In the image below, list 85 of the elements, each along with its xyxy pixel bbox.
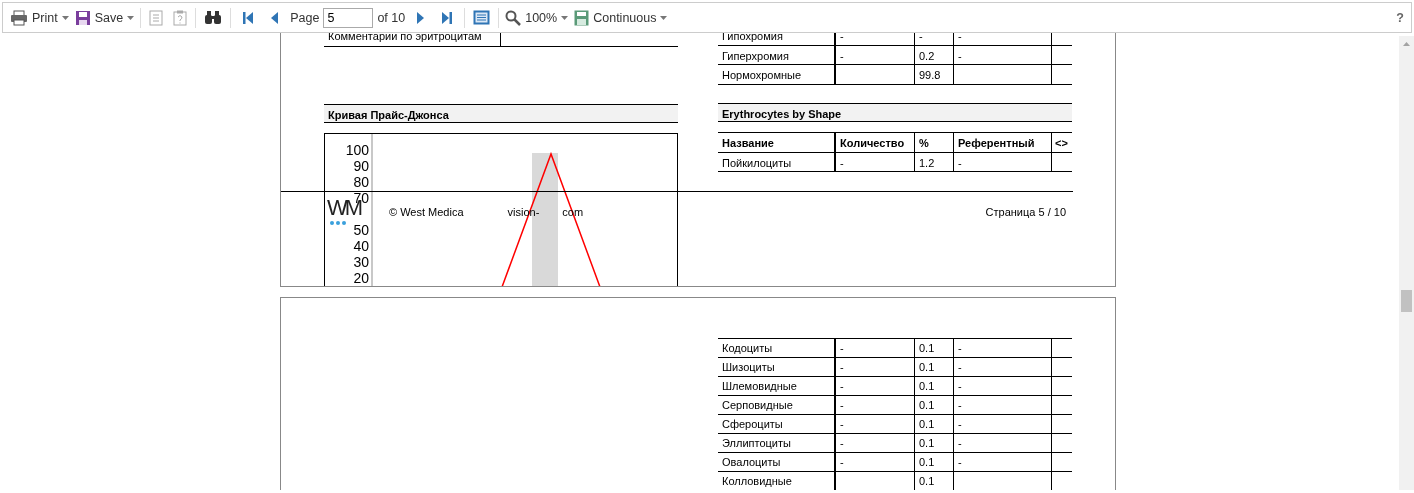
binoculars-icon (204, 10, 223, 25)
search-icon (505, 9, 522, 26)
table-cell: 0.1 (915, 339, 954, 357)
column-header: % (915, 132, 954, 152)
table-cell: 0.2 (915, 45, 954, 65)
first-page-icon (242, 10, 255, 25)
last-page-icon (441, 10, 454, 25)
document-view-icon (473, 10, 491, 25)
clipboard-question-icon (173, 9, 188, 26)
table-cell: - (954, 358, 1052, 376)
table-cell: 0.1 (915, 396, 954, 414)
table-cell: 0.1 (915, 377, 954, 395)
table-cell: - (836, 434, 915, 452)
table-cell: - (954, 396, 1052, 414)
table-cell: - (954, 434, 1052, 452)
table-cell: - (954, 33, 1052, 45)
column-header: Референтный (954, 132, 1052, 152)
copyright-text: © West Medica (389, 206, 464, 218)
section-header: Erythrocytes by Shape (718, 102, 1072, 122)
axis-tick-label: 50 (353, 222, 369, 238)
page-number: Страница 5 / 10 (985, 206, 1066, 218)
table-cell: - (915, 33, 954, 45)
page-number-input[interactable]: 5 (323, 7, 374, 28)
table-cell: - (836, 45, 915, 65)
axis-tick-label: 80 (353, 174, 369, 190)
table-cell: Сфероциты (718, 415, 836, 433)
table-cell: - (836, 396, 915, 414)
table-cell: Овалоциты (718, 453, 836, 471)
caret-icon (660, 15, 668, 20)
table-cell: Пойкилоциты (718, 152, 836, 172)
table-cell: 0.1 (915, 453, 954, 471)
caret-icon (61, 15, 69, 20)
table-cell: 0.1 (915, 472, 954, 490)
table-cell: - (836, 358, 915, 376)
table-cell: 99.8 (915, 65, 954, 84)
column-header: <> (1054, 135, 1069, 151)
axis-tick-label: 40 (353, 238, 369, 254)
table-cell: Шлемовидные (718, 377, 836, 395)
axis-tick-label: 20 (353, 270, 369, 286)
table-cell: - (836, 152, 915, 172)
previous-page-icon (270, 10, 281, 25)
table-cell: Нормохромные (718, 65, 836, 84)
column-header: Название (718, 132, 836, 152)
table-cell: Серповидные (718, 396, 836, 414)
table-cell: - (954, 453, 1052, 471)
axis-tick-label: 100 (345, 142, 369, 158)
printer-icon (10, 9, 28, 26)
next-page-icon (415, 10, 426, 25)
table-cell: Колловидные (718, 472, 836, 490)
save-button[interactable]: Save (71, 6, 138, 29)
caret-icon (561, 15, 569, 20)
table-cell: 1.2 (915, 152, 954, 172)
table-cell: - (954, 339, 1052, 357)
table-cell: - (836, 377, 915, 395)
table-cell: 0.1 (915, 415, 954, 433)
document-icon (149, 9, 164, 26)
caret-icon (127, 15, 135, 20)
table-cell: - (836, 33, 915, 45)
table-cell: Гиперхромия (718, 45, 836, 65)
zoom-button[interactable]: 100% (502, 6, 572, 29)
column-header: Количество (836, 132, 915, 152)
page-total: of 10 (376, 10, 407, 25)
table-cell: 0.1 (915, 358, 954, 376)
axis-tick-label: 30 (353, 254, 369, 270)
help-button[interactable]: ? (1393, 6, 1407, 29)
table-cell: Комментарии по эритроцитам (324, 33, 501, 46)
table-cell: - (954, 152, 1052, 172)
page-label: Page (289, 10, 321, 25)
table-cell: - (836, 453, 915, 471)
table-cell: - (836, 339, 915, 357)
table-cell: Шизоциты (718, 358, 836, 376)
print-button[interactable]: Print (7, 6, 72, 29)
view-mode-button[interactable]: Continuous (571, 6, 671, 29)
scrollbar[interactable] (1399, 36, 1414, 490)
table-cell: - (954, 377, 1052, 395)
table-cell: - (954, 415, 1052, 433)
table-cell: Гипохромия (718, 33, 836, 45)
table-cell: 0.1 (915, 434, 954, 452)
axis-tick-label: 90 (353, 158, 369, 174)
table-cell: Кодоциты (718, 339, 836, 357)
table-cell: - (954, 45, 1052, 65)
table-cell: Эллиптоциты (718, 434, 836, 452)
table-cell: - (836, 415, 915, 433)
section-header: Кривая Прайс-Джонса (324, 104, 678, 123)
scrollbar-thumb[interactable] (1401, 290, 1412, 312)
